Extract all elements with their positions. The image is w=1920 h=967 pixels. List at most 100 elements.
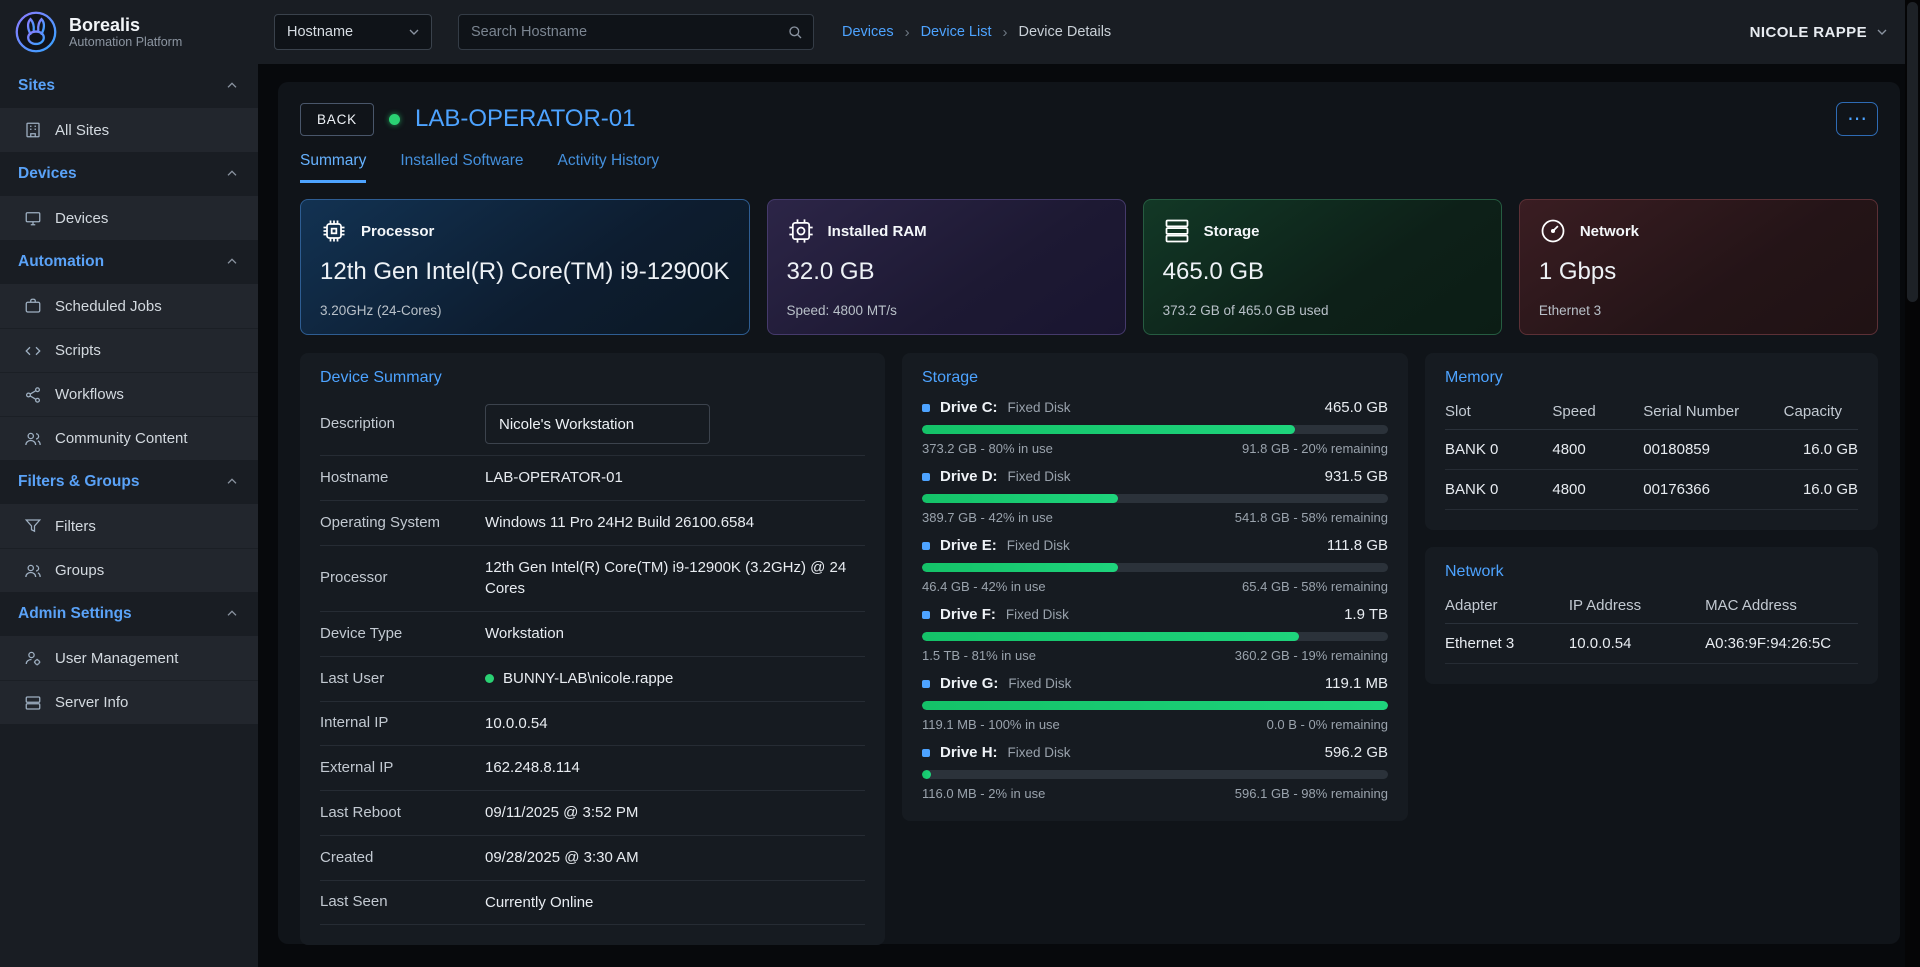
drive-usage-bar bbox=[922, 563, 1388, 572]
right-column: Memory Slot Speed Serial Number Capacity bbox=[1425, 353, 1878, 684]
description-input[interactable] bbox=[485, 404, 710, 444]
row-value: BUNNY-LAB\nicole.rappe bbox=[485, 668, 673, 690]
section-label: Filters & Groups bbox=[18, 473, 139, 491]
sidebar-section-automation[interactable]: Automation bbox=[0, 240, 258, 284]
drive-row-g: Drive G: Fixed Disk 119.1 MB 119.1 MB - … bbox=[922, 675, 1388, 732]
network-table: Adapter IP Address MAC Address Ethernet … bbox=[1445, 587, 1858, 664]
cell-serial: 00180859 bbox=[1643, 430, 1783, 470]
chevron-up-icon bbox=[224, 78, 240, 94]
drive-used: 46.4 GB - 42% in use bbox=[922, 579, 1046, 594]
drive-usage-bar bbox=[922, 494, 1388, 503]
sidebar-item-label: Groups bbox=[55, 562, 104, 579]
vertical-scrollbar[interactable] bbox=[1905, 0, 1920, 967]
sidebar-item-filters[interactable]: Filters bbox=[0, 504, 258, 548]
summary-row-last-user: Last User BUNNY-LAB\nicole.rappe bbox=[320, 657, 865, 702]
scrollbar-thumb[interactable] bbox=[1907, 2, 1918, 302]
building-icon bbox=[24, 121, 42, 139]
tab-installed-software[interactable]: Installed Software bbox=[400, 152, 523, 183]
sidebar-item-scheduled-jobs[interactable]: Scheduled Jobs bbox=[0, 284, 258, 328]
sidebar-item-scripts[interactable]: Scripts bbox=[0, 328, 258, 372]
sidebar-section-filters-groups[interactable]: Filters & Groups bbox=[0, 460, 258, 504]
drive-used: 373.2 GB - 80% in use bbox=[922, 441, 1053, 456]
memory-table: Slot Speed Serial Number Capacity BANK 0… bbox=[1445, 393, 1858, 510]
summary-row-device-type: Device Type Workstation bbox=[320, 612, 865, 657]
col-header: Speed bbox=[1552, 393, 1643, 430]
sidebar-section-sites[interactable]: Sites bbox=[0, 64, 258, 108]
breadcrumb-separator: › bbox=[992, 24, 1019, 41]
search-input[interactable] bbox=[471, 24, 787, 40]
user-menu[interactable]: NICOLE RAPPE bbox=[1750, 24, 1890, 41]
device-details-panel: BACK LAB-OPERATOR-01 ⋯ Summary Installed… bbox=[278, 82, 1900, 944]
drive-row-f: Drive F: Fixed Disk 1.9 TB 1.5 TB - 81% … bbox=[922, 606, 1388, 663]
sidebar-item-label: All Sites bbox=[55, 122, 109, 139]
memory-pane: Memory Slot Speed Serial Number Capacity bbox=[1425, 353, 1878, 530]
device-title: LAB-OPERATOR-01 bbox=[415, 105, 636, 133]
borealis-rabbit-logo-icon bbox=[14, 10, 58, 54]
drive-usage-bar bbox=[922, 632, 1388, 641]
drive-used: 116.0 MB - 2% in use bbox=[922, 786, 1045, 801]
row-label: Hostname bbox=[320, 468, 485, 488]
breadcrumb-devices[interactable]: Devices bbox=[842, 24, 894, 40]
card-value: 1 Gbps bbox=[1539, 258, 1858, 286]
sidebar-section-admin-settings[interactable]: Admin Settings bbox=[0, 592, 258, 636]
sidebar-item-groups[interactable]: Groups bbox=[0, 548, 258, 592]
section-label: Sites bbox=[18, 77, 55, 95]
app-root: Borealis Automation Platform Hostname De… bbox=[0, 0, 1920, 967]
summary-row-last-reboot: Last Reboot 09/11/2025 @ 3:52 PM bbox=[320, 791, 865, 836]
search-icon[interactable] bbox=[787, 24, 803, 40]
drive-bullet-icon bbox=[922, 404, 930, 412]
row-value: Windows 11 Pro 24H2 Build 26100.6584 bbox=[485, 512, 754, 534]
sidebar-item-all-sites[interactable]: All Sites bbox=[0, 108, 258, 152]
drive-remaining: 360.2 GB - 19% remaining bbox=[1235, 648, 1388, 663]
row-label: Processor bbox=[320, 568, 485, 588]
top-bar: Hostname Devices › Device List › Device … bbox=[258, 0, 1920, 64]
network-card: Network 1 Gbps Ethernet 3 bbox=[1519, 199, 1878, 335]
drive-usage-bar bbox=[922, 770, 1388, 779]
card-label: Processor bbox=[361, 223, 434, 240]
pane-title: Storage bbox=[922, 369, 1388, 387]
tab-summary[interactable]: Summary bbox=[300, 152, 366, 183]
speedometer-icon bbox=[1539, 217, 1567, 245]
drive-remaining: 541.8 GB - 58% remaining bbox=[1235, 510, 1388, 525]
people-icon bbox=[24, 562, 42, 580]
device-summary-pane: Device Summary Description Hostname LAB-… bbox=[300, 353, 885, 945]
more-actions-button[interactable]: ⋯ bbox=[1836, 102, 1878, 136]
drive-type: Fixed Disk bbox=[1008, 469, 1071, 484]
row-label: Description bbox=[320, 414, 485, 434]
sidebar-section-devices[interactable]: Devices bbox=[0, 152, 258, 196]
workflow-nodes-icon bbox=[24, 386, 42, 404]
monitor-icon bbox=[24, 209, 42, 227]
sidebar-item-label: Filters bbox=[55, 518, 96, 535]
drive-remaining: 0.0 B - 0% remaining bbox=[1267, 717, 1388, 732]
server-icon bbox=[24, 694, 42, 712]
sidebar-item-devices[interactable]: Devices bbox=[0, 196, 258, 240]
user-gear-icon bbox=[24, 649, 42, 667]
hostname-filter-dropdown[interactable]: Hostname bbox=[274, 14, 432, 50]
drive-used: 119.1 MB - 100% in use bbox=[922, 717, 1060, 732]
breadcrumb-device-list[interactable]: Device List bbox=[921, 24, 992, 40]
network-pane: Network Adapter IP Address MAC Address bbox=[1425, 547, 1878, 684]
drive-row-c: Drive C: Fixed Disk 465.0 GB 373.2 GB - … bbox=[922, 399, 1388, 456]
drive-size: 931.5 GB bbox=[1325, 468, 1388, 485]
sidebar-item-server-info[interactable]: Server Info bbox=[0, 680, 258, 724]
breadcrumb: Devices › Device List › Device Details bbox=[842, 24, 1111, 41]
funnel-icon bbox=[24, 517, 42, 535]
sidebar-item-workflows[interactable]: Workflows bbox=[0, 372, 258, 416]
last-user-value: BUNNY-LAB\nicole.rappe bbox=[503, 668, 673, 690]
drive-name: Drive C: bbox=[940, 399, 998, 416]
chevron-up-icon bbox=[224, 606, 240, 622]
drive-bullet-icon bbox=[922, 680, 930, 688]
sidebar-item-label: Scripts bbox=[55, 342, 101, 359]
drive-type: Fixed Disk bbox=[1006, 607, 1069, 622]
cell-speed: 4800 bbox=[1552, 470, 1643, 510]
card-value: 12th Gen Intel(R) Core(TM) i9-12900K bbox=[320, 258, 730, 286]
row-value: 09/11/2025 @ 3:52 PM bbox=[485, 802, 638, 824]
tab-activity-history[interactable]: Activity History bbox=[558, 152, 660, 183]
search-box[interactable] bbox=[458, 14, 814, 50]
drive-row-d: Drive D: Fixed Disk 931.5 GB 389.7 GB - … bbox=[922, 468, 1388, 525]
cell-capacity: 16.0 GB bbox=[1784, 430, 1858, 470]
sidebar-item-user-management[interactable]: User Management bbox=[0, 636, 258, 680]
sidebar-item-community-content[interactable]: Community Content bbox=[0, 416, 258, 460]
back-button[interactable]: BACK bbox=[300, 103, 374, 136]
row-label: Device Type bbox=[320, 624, 485, 644]
